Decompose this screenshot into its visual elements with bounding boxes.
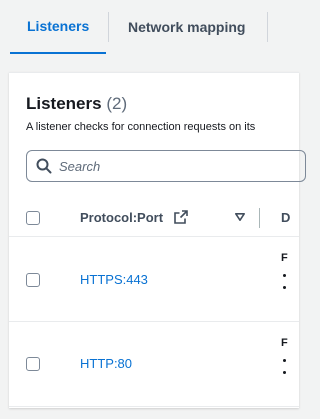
listener-link[interactable]: HTTPS:443 — [80, 272, 148, 287]
tab-listeners[interactable]: Listeners — [10, 0, 106, 54]
bullet — [283, 371, 286, 374]
column-protocol-port[interactable]: Protocol:Port — [80, 210, 163, 225]
table-row: HTTPS:443 F — [9, 238, 299, 322]
search-placeholder: Search — [59, 158, 101, 174]
next-column-text: F — [281, 252, 288, 264]
table-header: Protocol:Port D — [9, 199, 299, 237]
panel-description: A listener checks for connection request… — [26, 121, 256, 133]
bullet — [283, 359, 286, 362]
column-next-header: D — [281, 210, 291, 225]
next-column-text: F — [281, 337, 288, 349]
bullet — [283, 274, 286, 277]
sort-down-icon[interactable] — [235, 213, 245, 221]
table-row: HTTP:80 F — [9, 323, 299, 407]
listener-count: (2) — [106, 94, 128, 113]
select-all-checkbox[interactable] — [26, 211, 40, 225]
column-resize-handle[interactable] — [259, 208, 260, 228]
tab-bar: Listeners Network mapping — [0, 0, 285, 54]
tab-divider — [267, 12, 268, 42]
row-checkbox[interactable] — [26, 273, 40, 287]
listener-link[interactable]: HTTP:80 — [80, 356, 132, 371]
panel-heading: Listeners (2) — [26, 94, 127, 114]
search-icon — [36, 158, 52, 174]
row-checkbox[interactable] — [26, 357, 40, 371]
external-link-icon[interactable] — [174, 210, 188, 224]
listeners-panel: Listeners (2) A listener checks for conn… — [9, 72, 306, 408]
panel-title: Listeners — [26, 94, 102, 113]
tab-network-mapping-label: Network mapping — [128, 19, 246, 35]
search-input[interactable]: Search — [26, 150, 306, 182]
bullet — [283, 286, 286, 289]
tab-listeners-label: Listeners — [27, 18, 90, 34]
tab-network-mapping[interactable]: Network mapping — [109, 0, 267, 54]
